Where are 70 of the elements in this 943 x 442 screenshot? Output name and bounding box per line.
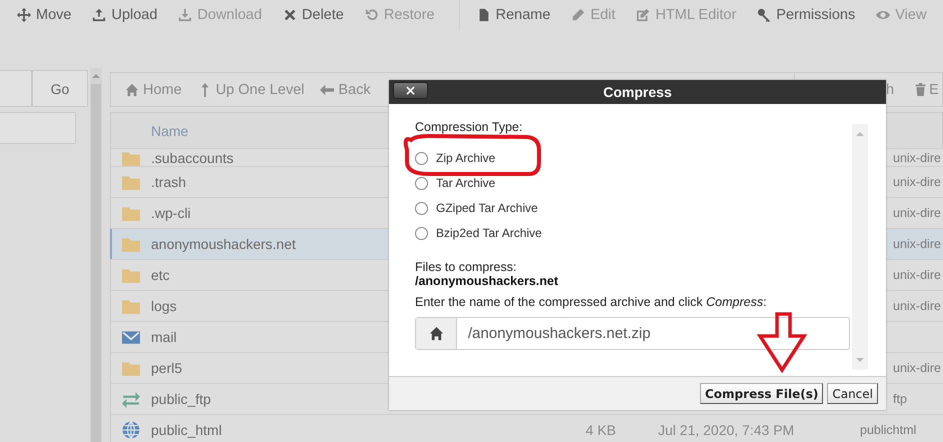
file-name: .subaccounts — [151, 150, 234, 166]
archive-name-field[interactable]: /anonymoushackers.net.zip — [415, 317, 850, 350]
option-label[interactable]: Tar Archive — [436, 176, 496, 190]
radio-button[interactable] — [415, 152, 428, 164]
dialog-title: Compress — [603, 84, 672, 100]
file-type: ftp — [893, 392, 907, 406]
eye-icon — [876, 8, 890, 22]
file-row[interactable]: public_html 4 KB Jul 21, 2020, 7:43 PM publichtml — [110, 414, 943, 442]
download-icon — [178, 8, 192, 22]
file-name: .trash — [151, 174, 186, 190]
file-type: unix-dire — [893, 361, 941, 375]
toolbar-button[interactable]: Permissions — [750, 0, 862, 30]
toolbar-button[interactable]: Rename — [470, 0, 558, 30]
tree-field[interactable] — [0, 112, 76, 144]
file-type: unix-dire — [893, 268, 941, 282]
file-name: etc — [151, 267, 170, 283]
trash-icon — [914, 83, 928, 96]
move-icon — [17, 8, 31, 22]
file-type: unix-dire — [893, 299, 941, 313]
file-name: mail — [151, 329, 177, 345]
file-type: publichtml — [860, 423, 916, 437]
edit-icon — [636, 8, 650, 22]
file-path: /anonymoushackers.net — [415, 274, 560, 288]
modified-date: Jul 21, 2020, 7:43 PM — [658, 422, 794, 438]
option-label[interactable]: Zip Archive — [436, 151, 496, 165]
toolbar-button[interactable]: Move — [10, 0, 78, 30]
file-icon — [476, 8, 491, 22]
compress-button[interactable]: Compress File(s) — [700, 383, 824, 404]
nav-button[interactable]: Home — [117, 82, 190, 98]
compression-type-label: Compression Type: — [415, 120, 524, 134]
file-type: unix-dire — [893, 150, 941, 164]
radio-button[interactable] — [415, 226, 428, 240]
nav-button[interactable]: Back — [312, 82, 379, 98]
left-arrow-icon — [320, 82, 334, 96]
upload-icon — [92, 8, 106, 22]
toolbar-button[interactable]: Delete — [276, 0, 351, 30]
file-name: .wp-cli — [151, 205, 191, 221]
file-type: unix-dire — [893, 175, 941, 189]
path-field[interactable] — [0, 70, 32, 107]
file-name: public_ftp — [151, 391, 211, 407]
radio-button[interactable] — [415, 176, 428, 190]
radio-button[interactable] — [415, 202, 428, 214]
file-type: unix-dire — [893, 237, 941, 251]
file-name: public_html — [151, 422, 222, 438]
home-icon — [125, 82, 139, 96]
close-button[interactable]: × — [393, 82, 428, 99]
option-label[interactable]: Bzip2ed Tar Archive — [436, 226, 542, 240]
cancel-button[interactable]: Cancel — [827, 383, 878, 404]
annotation-arrow — [756, 312, 808, 374]
globe-icon — [122, 421, 140, 439]
file-type: unix-dire — [893, 206, 941, 220]
files-label: Files to compress: — [415, 260, 518, 274]
close-icon — [282, 8, 297, 22]
file-size: 4 KB — [586, 422, 616, 438]
nav-button[interactable]: E — [911, 82, 942, 98]
home-icon — [428, 326, 444, 341]
toolbar-button[interactable]: Upload — [85, 0, 164, 30]
scrollbar[interactable] — [852, 124, 868, 370]
archive-prompt: Enter the name of the compressed archive and click Compress: — [415, 295, 768, 309]
transfer-icon — [122, 390, 140, 408]
pencil-icon — [571, 8, 586, 22]
option-label[interactable]: GZiped Tar Archive — [436, 201, 538, 215]
go-button[interactable]: Go — [32, 70, 88, 107]
file-name: anonymoushackers.net — [151, 236, 296, 252]
file-name: perl5 — [151, 360, 182, 376]
scrollbar[interactable] — [90, 68, 102, 442]
key-icon — [757, 8, 772, 22]
nav-button[interactable]: Up One Level — [190, 82, 312, 98]
file-name: logs — [151, 298, 177, 314]
undo-icon — [364, 8, 379, 22]
